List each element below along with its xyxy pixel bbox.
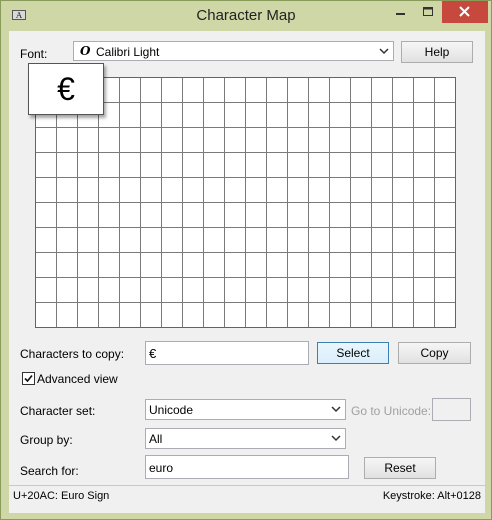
search-input[interactable]: euro xyxy=(145,455,349,479)
advanced-view-label[interactable]: Advanced view xyxy=(37,372,118,386)
group-by-dropdown[interactable]: All xyxy=(145,428,346,449)
advanced-view-checkbox[interactable] xyxy=(22,372,35,385)
go-to-unicode-label: Go to Unicode: xyxy=(351,404,432,418)
help-button[interactable]: Help xyxy=(401,41,473,63)
minimize-icon xyxy=(396,13,405,15)
character-set-dropdown[interactable]: Unicode xyxy=(145,399,346,420)
maximize-button[interactable] xyxy=(414,1,442,23)
close-button[interactable] xyxy=(442,1,488,23)
status-keystroke: Keystroke: Alt+0128 xyxy=(382,490,481,502)
maximize-icon xyxy=(423,7,433,16)
zoomed-character: € xyxy=(28,63,104,115)
characters-to-copy-field[interactable]: € xyxy=(145,341,309,365)
opentype-font-icon: O xyxy=(80,44,91,58)
character-set-label: Character set: xyxy=(20,404,96,418)
go-to-unicode-field xyxy=(432,398,471,421)
search-value: euro xyxy=(149,461,174,475)
group-by-value: All xyxy=(149,432,163,446)
minimize-button[interactable] xyxy=(386,1,414,23)
character-set-value: Unicode xyxy=(149,403,194,417)
status-bar: U+20AC: Euro Sign Keystroke: Alt+0128 xyxy=(9,485,485,507)
select-button[interactable]: Select xyxy=(317,342,389,364)
font-selected-value: Calibri Light xyxy=(96,45,160,59)
characters-to-copy-value: € xyxy=(149,346,157,361)
reset-button[interactable]: Reset xyxy=(364,457,436,479)
status-character: U+20AC: Euro Sign xyxy=(13,490,110,502)
search-for-label: Search for: xyxy=(20,464,79,478)
font-dropdown[interactable]: O Calibri Light xyxy=(73,41,394,61)
title-bar[interactable]: A Character Map xyxy=(1,1,491,29)
checkmark-icon xyxy=(24,374,33,383)
chevron-down-icon xyxy=(331,406,341,413)
copy-button[interactable]: Copy xyxy=(398,342,471,364)
chevron-down-icon xyxy=(331,435,341,442)
characters-to-copy-label: Characters to copy: xyxy=(20,347,125,361)
group-by-label: Group by: xyxy=(20,433,73,447)
character-cells[interactable] xyxy=(36,78,455,327)
close-icon xyxy=(459,6,470,17)
chevron-down-icon xyxy=(379,48,389,55)
character-map-window: A Character Map Font: O Calibri Light He… xyxy=(0,0,492,520)
font-label: Font: xyxy=(20,47,48,61)
client-area: Font: O Calibri Light Help € Characters … xyxy=(9,31,485,513)
